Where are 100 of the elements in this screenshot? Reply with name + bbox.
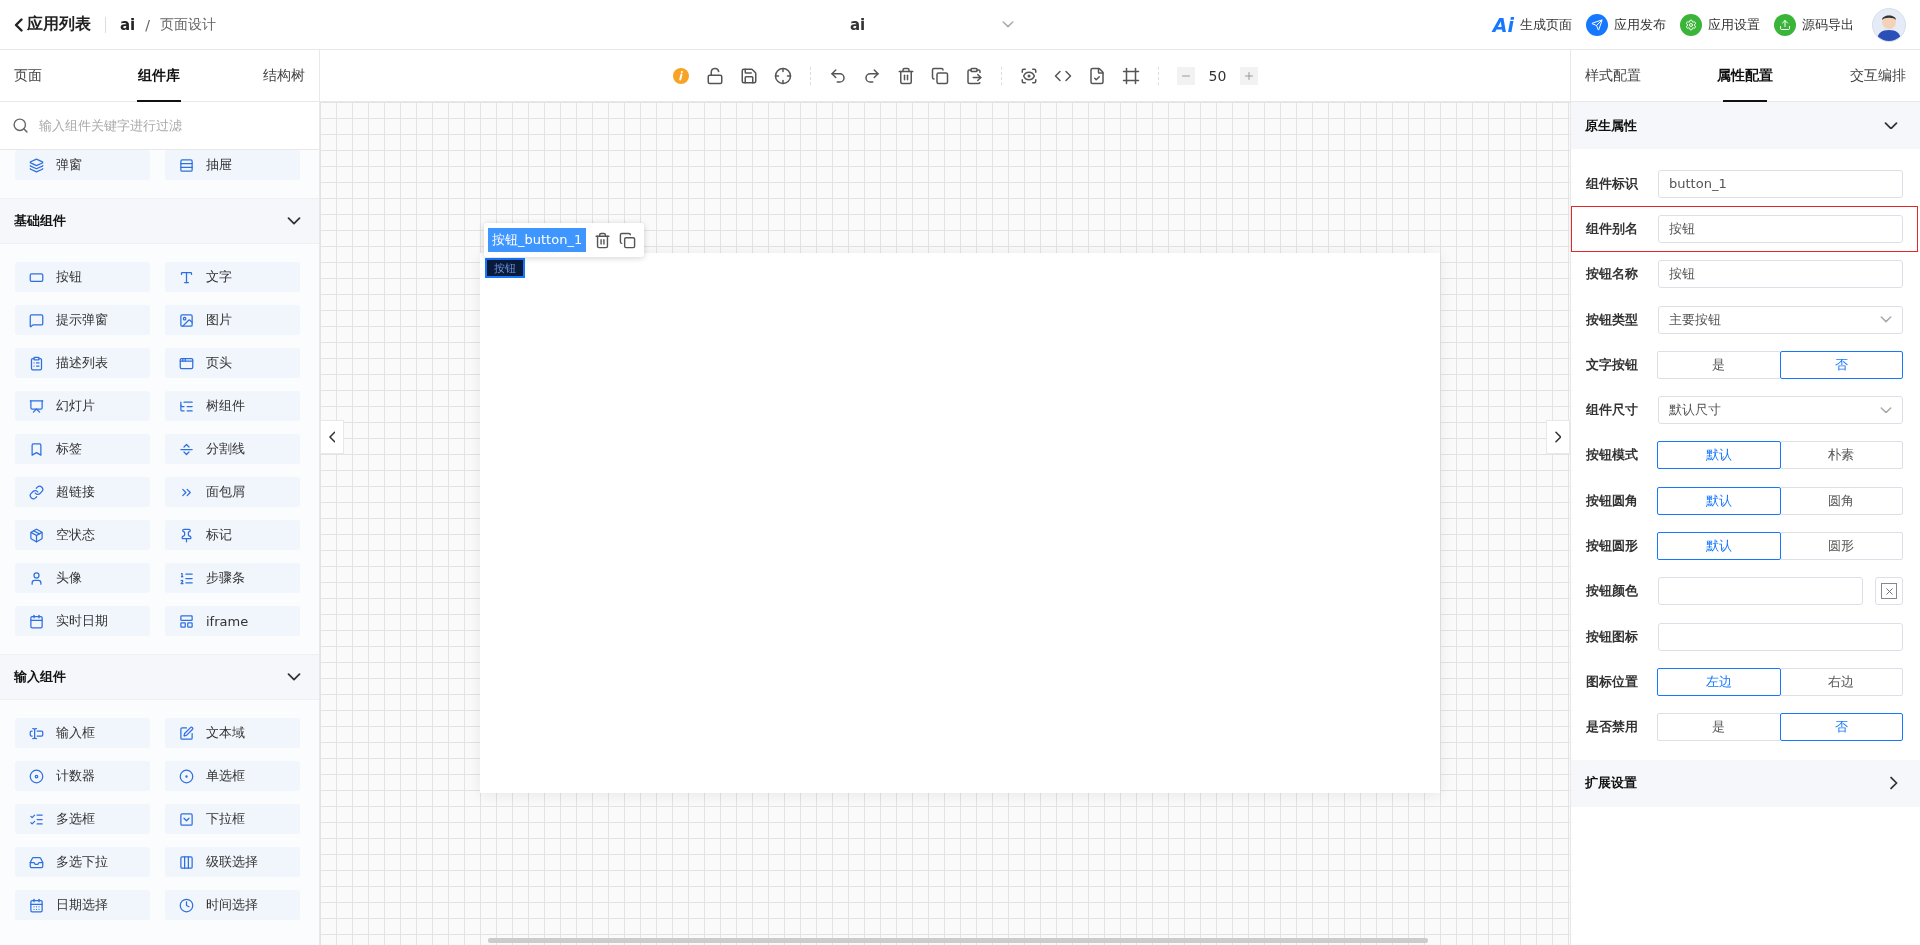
component-item[interactable]: 多选下拉	[15, 847, 150, 877]
chevron-left-icon	[328, 431, 336, 443]
component-item[interactable]: 分割线	[165, 434, 300, 464]
component-item[interactable]: 时间选择	[165, 890, 300, 920]
component-icon	[179, 157, 194, 173]
component-icon	[29, 441, 44, 457]
chevron-left-icon	[14, 17, 23, 32]
component-item[interactable]: 树组件	[165, 391, 300, 421]
check-file-button[interactable]	[1087, 66, 1106, 85]
section-header[interactable]: 扩展设置	[1571, 759, 1920, 807]
segment-option[interactable]: 朴素	[1779, 441, 1903, 470]
undo-button[interactable]	[828, 66, 847, 85]
segment-option[interactable]: 圆形	[1779, 532, 1903, 560]
segment-option[interactable]: 默认	[1657, 441, 1781, 470]
component-item[interactable]: 多选框	[15, 804, 150, 834]
clear-button[interactable]	[1875, 577, 1903, 606]
segment-option[interactable]: 是	[1657, 350, 1781, 379]
component-icon	[179, 570, 194, 586]
component-item[interactable]: 幻灯片	[15, 391, 150, 421]
panel-tab[interactable]: 属性配置	[1687, 50, 1804, 101]
user-avatar[interactable]	[1872, 7, 1906, 42]
component-icon	[179, 768, 194, 784]
text-field[interactable]: 按钮	[1658, 260, 1903, 289]
select-field[interactable]: 默认尺寸	[1658, 396, 1903, 425]
settings-icon	[1680, 13, 1702, 36]
copy-button[interactable]	[930, 66, 949, 85]
segment-option[interactable]: 左边	[1657, 667, 1781, 696]
component-item[interactable]: 弹窗	[15, 150, 150, 180]
segment-option[interactable]: 默认	[1657, 532, 1781, 560]
panel-tab[interactable]: 结构树	[212, 50, 319, 101]
component-item[interactable]: 提示弹窗	[15, 305, 150, 335]
component-item[interactable]: 图片	[165, 305, 300, 335]
segment-option[interactable]: 圆角	[1779, 486, 1903, 515]
section-header[interactable]: 原生属性	[1571, 102, 1920, 149]
paste-button[interactable]	[964, 66, 983, 85]
component-item[interactable]: 标记	[165, 520, 300, 550]
component-item[interactable]: 文字	[165, 262, 300, 292]
delete-button[interactable]	[896, 66, 915, 85]
unlock-button[interactable]	[705, 66, 724, 85]
text-field[interactable]	[1658, 622, 1903, 651]
component-item[interactable]: 步骤条	[165, 563, 300, 593]
component-item[interactable]: 单选框	[165, 761, 300, 791]
component-icon	[29, 355, 44, 371]
header-action[interactable]: 应用设置	[1680, 13, 1760, 36]
text-field[interactable]: 按钮	[1658, 214, 1903, 243]
component-item[interactable]: 抽屉	[165, 150, 300, 180]
component-item[interactable]: 级联选择	[165, 847, 300, 877]
header-action[interactable]: 源码导出	[1774, 13, 1854, 36]
collapse-right-button[interactable]	[1546, 420, 1570, 454]
component-icon	[179, 398, 194, 414]
component-item[interactable]: 页头	[165, 348, 300, 378]
chevron-right-icon	[1890, 776, 1898, 791]
color-field[interactable]	[1658, 577, 1863, 606]
delete-button[interactable]	[594, 231, 612, 249]
panel-tab[interactable]: 交互编排	[1803, 50, 1920, 101]
save-button[interactable]	[739, 66, 758, 85]
component-item[interactable]: 面包屑	[165, 477, 300, 507]
component-item[interactable]: 超链接	[15, 477, 150, 507]
header-action[interactable]: Ai 生成页面	[1492, 13, 1572, 36]
component-item[interactable]: 空状态	[15, 520, 150, 550]
upload-icon	[1774, 13, 1796, 36]
panel-tab[interactable]: 页面	[0, 50, 107, 101]
component-item[interactable]: 输入框	[15, 718, 150, 748]
component-item[interactable]: 标签	[15, 434, 150, 464]
component-item[interactable]: 文本域	[165, 718, 300, 748]
header-action[interactable]: 应用发布	[1586, 13, 1666, 36]
field-label: 文字按钮	[1586, 355, 1639, 374]
component-icon	[29, 768, 44, 784]
component-item[interactable]: 描述列表	[15, 348, 150, 378]
segment-option[interactable]: 是	[1657, 713, 1781, 742]
segment-option[interactable]: 否	[1779, 350, 1903, 379]
segment-option[interactable]: 默认	[1657, 486, 1781, 515]
copy-button[interactable]	[619, 231, 637, 249]
segment-option[interactable]: 否	[1779, 713, 1903, 742]
field-label: 按钮名称	[1586, 265, 1639, 284]
component-item[interactable]: 下拉框	[165, 804, 300, 834]
panel-tab[interactable]: 组件库	[106, 50, 213, 101]
search-icon	[12, 117, 29, 134]
page-selector[interactable]: ai	[834, 15, 1014, 34]
text-field[interactable]: button_1	[1658, 169, 1903, 198]
component-item[interactable]: 日期选择	[15, 890, 150, 920]
component-item[interactable]: 计数器	[15, 761, 150, 791]
component-item[interactable]: 按钮	[15, 262, 150, 292]
scrollbar[interactable]	[488, 938, 1428, 943]
component-item[interactable]: 实时日期	[15, 606, 150, 636]
group-header[interactable]: 输入组件	[0, 654, 319, 700]
preview-button[interactable]	[1019, 66, 1038, 85]
selected-button[interactable]: 按钮	[485, 258, 525, 278]
component-icon	[179, 897, 194, 913]
component-item[interactable]: iframe	[165, 606, 300, 636]
redo-button[interactable]	[862, 66, 881, 85]
component-item[interactable]: 头像	[15, 563, 150, 593]
panel-tab[interactable]: 样式配置	[1571, 50, 1688, 101]
crosshair-button[interactable]	[773, 66, 792, 85]
frame-button[interactable]	[1121, 66, 1140, 85]
segment-option[interactable]: 右边	[1779, 667, 1903, 696]
group-header[interactable]: 基础组件	[0, 198, 319, 244]
back-link[interactable]: 应用列表	[14, 14, 91, 35]
select-field[interactable]: 主要按钮	[1658, 305, 1903, 334]
collapse-left-button[interactable]	[320, 420, 344, 454]
